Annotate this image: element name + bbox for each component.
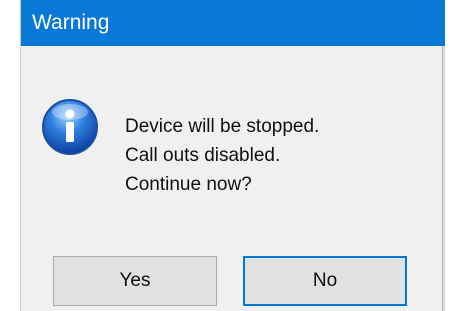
warning-dialog: Warning Device will be stopped. Call out… — [20, 0, 445, 311]
message-line-3: Continue now? — [125, 174, 252, 195]
window-edge — [442, 46, 445, 311]
info-icon — [41, 98, 99, 156]
dialog-title: Warning — [32, 11, 110, 34]
message-text: Device will be stopped. Call outs disabl… — [125, 112, 319, 199]
yes-button[interactable]: Yes — [53, 256, 217, 306]
message-line-1: Device will be stopped. — [125, 116, 320, 137]
message-line-2: Call outs disabled. — [125, 145, 281, 166]
title-bar[interactable]: Warning — [21, 0, 445, 46]
no-button[interactable]: No — [243, 256, 407, 306]
